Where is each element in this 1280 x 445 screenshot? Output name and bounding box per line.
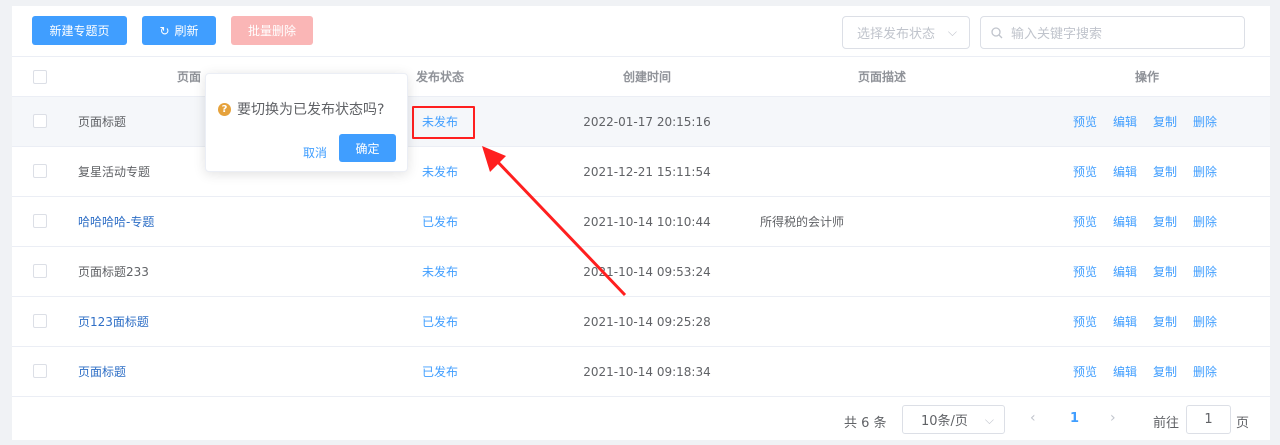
- content-panel: 新建专题页 ↻ 刷新 批量删除 选择发布状态 ⌵ 输入关键字搜索 页面 发布状态…: [12, 6, 1270, 440]
- question-icon: ?: [218, 102, 231, 116]
- popover-message-text: 要切换为已发布状态吗?: [237, 102, 385, 118]
- confirm-popover: ? 要切换为已发布状态吗? 取消 确定: [205, 73, 408, 172]
- confirm-button[interactable]: 确定: [339, 134, 396, 162]
- annotation-arrow: [482, 146, 627, 297]
- cancel-button[interactable]: 取消: [303, 144, 327, 161]
- popover-message: ? 要切换为已发布状态吗?: [218, 99, 384, 119]
